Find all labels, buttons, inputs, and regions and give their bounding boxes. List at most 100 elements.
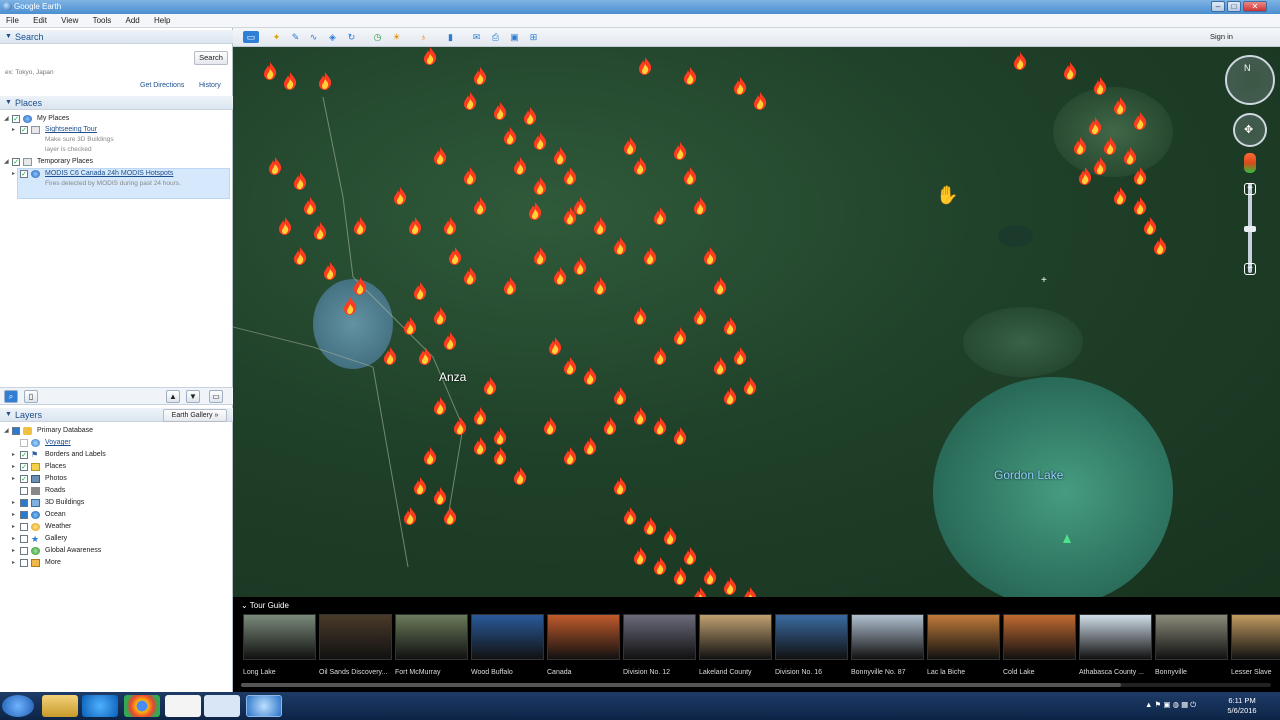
fire-hotspot-icon[interactable] (513, 157, 527, 175)
tour-thumbnail-label[interactable]: Lesser Slave (1231, 669, 1271, 676)
fire-hotspot-icon[interactable] (683, 167, 697, 185)
expand-icon[interactable]: ▸ (12, 170, 15, 177)
tour-thumbnail[interactable] (775, 614, 848, 660)
expand-icon[interactable]: ▸ (12, 451, 15, 458)
tree-label[interactable]: MODIS C6 Canada 24h MODIS Hotspots (45, 170, 173, 177)
maximize-button[interactable]: □ (1227, 1, 1241, 12)
tree-item-sightseeing[interactable]: ▸ ✓ Sightseeing Tour (0, 125, 230, 136)
fire-hotspot-icon[interactable] (663, 527, 677, 545)
ruler-icon[interactable]: ▮ (444, 31, 457, 43)
zoom-in-button[interactable]: + (1244, 183, 1256, 195)
tour-thumbnail[interactable] (1003, 614, 1076, 660)
print-icon[interactable]: ⎙ (489, 31, 502, 43)
layer-voyager[interactable]: Voyager (0, 438, 230, 449)
layer-global-awareness[interactable]: ▸ Global Awareness (0, 546, 230, 557)
checkbox[interactable] (20, 439, 28, 447)
fire-hotspot-icon[interactable] (1153, 237, 1167, 255)
fire-hotspot-icon[interactable] (633, 547, 647, 565)
expand-icon[interactable]: ▸ (12, 463, 15, 470)
fire-hotspot-icon[interactable] (433, 487, 447, 505)
fire-hotspot-icon[interactable] (473, 67, 487, 85)
fire-hotspot-icon[interactable] (353, 217, 367, 235)
tour-thumbnail[interactable] (699, 614, 772, 660)
tour-thumbnail-label[interactable]: Division No. 12 (623, 669, 670, 676)
menu-help[interactable]: Help (154, 14, 170, 27)
fire-hotspot-icon[interactable] (673, 142, 687, 160)
tour-thumbnail-label[interactable]: Wood Buffalo (471, 669, 513, 676)
fire-hotspot-icon[interactable] (1073, 137, 1087, 155)
fire-hotspot-icon[interactable] (413, 477, 427, 495)
fire-hotspot-icon[interactable] (433, 147, 447, 165)
path-icon[interactable]: ∿ (307, 31, 320, 43)
fire-hotspot-icon[interactable] (1113, 187, 1127, 205)
fire-hotspot-icon[interactable] (393, 187, 407, 205)
fire-hotspot-icon[interactable] (413, 282, 427, 300)
fire-hotspot-icon[interactable] (638, 57, 652, 75)
fire-hotspot-icon[interactable] (343, 297, 357, 315)
move-control[interactable]: ✥ (1233, 113, 1267, 147)
fire-hotspot-icon[interactable] (553, 267, 567, 285)
minimize-button[interactable]: – (1211, 1, 1225, 12)
fire-hotspot-icon[interactable] (733, 77, 747, 95)
tour-thumbnail[interactable] (1231, 614, 1280, 660)
fire-hotspot-icon[interactable] (1143, 217, 1157, 235)
fire-hotspot-icon[interactable] (268, 157, 282, 175)
chrome-icon[interactable] (124, 695, 160, 717)
earth-gallery-button[interactable]: Earth Gallery » (163, 409, 227, 422)
tree-item-my-places[interactable]: ◢ ✓ My Places (0, 114, 230, 125)
fire-hotspot-icon[interactable] (1063, 62, 1077, 80)
places-section-header[interactable]: ▼ Places (0, 96, 233, 110)
planets-icon[interactable]: ♁ (417, 31, 430, 43)
fire-hotspot-icon[interactable] (723, 387, 737, 405)
layer-3d-buildings[interactable]: ▸ 3D Buildings (0, 498, 230, 509)
layer-gallery[interactable]: ▸ ★ Gallery (0, 534, 230, 545)
tree-item-temporary-places[interactable]: ◢ ✓ Temporary Places (0, 157, 230, 168)
document-icon[interactable] (204, 695, 240, 717)
search-places-icon[interactable]: ⌕ (4, 390, 18, 403)
tour-thumbnail[interactable] (547, 614, 620, 660)
google-earth-taskbar-icon[interactable] (246, 695, 282, 717)
expand-icon[interactable]: ▸ (12, 511, 15, 518)
sign-in-link[interactable]: Sign in (1210, 32, 1233, 41)
fire-hotspot-icon[interactable] (1103, 137, 1117, 155)
checkbox[interactable] (20, 523, 28, 531)
fire-hotspot-icon[interactable] (733, 347, 747, 365)
fire-hotspot-icon[interactable] (263, 62, 277, 80)
checkbox[interactable] (20, 499, 28, 507)
expand-icon[interactable]: ▸ (12, 547, 15, 554)
menu-file[interactable]: File (6, 14, 19, 27)
fire-hotspot-icon[interactable] (713, 357, 727, 375)
fire-hotspot-icon[interactable] (303, 197, 317, 215)
layer-roads[interactable]: Roads (0, 486, 230, 497)
tour-thumbnail-label[interactable]: Lakeland County (699, 669, 752, 676)
fire-hotspot-icon[interactable] (353, 277, 367, 295)
fire-hotspot-icon[interactable] (633, 157, 647, 175)
fire-hotspot-icon[interactable] (653, 207, 667, 225)
fire-hotspot-icon[interactable] (1133, 197, 1147, 215)
panel-toggle-icon[interactable]: ▯ (24, 390, 38, 403)
fire-hotspot-icon[interactable] (293, 247, 307, 265)
fire-hotspot-icon[interactable] (463, 92, 477, 110)
menu-tools[interactable]: Tools (93, 14, 112, 27)
fire-hotspot-icon[interactable] (433, 397, 447, 415)
save-image-icon[interactable]: ▣ (508, 31, 521, 43)
tour-thumbnail[interactable] (395, 614, 468, 660)
fire-hotspot-icon[interactable] (443, 332, 457, 350)
fire-hotspot-icon[interactable] (493, 427, 507, 445)
fire-hotspot-icon[interactable] (533, 132, 547, 150)
fire-hotspot-icon[interactable] (1093, 157, 1107, 175)
fire-hotspot-icon[interactable] (683, 547, 697, 565)
polygon-icon[interactable]: ✎ (289, 31, 302, 43)
fire-hotspot-icon[interactable] (473, 197, 487, 215)
fire-hotspot-icon[interactable] (693, 587, 707, 597)
history-link[interactable]: History (199, 82, 221, 89)
fire-hotspot-icon[interactable] (463, 167, 477, 185)
tour-thumbnail-label[interactable]: Division No. 16 (775, 669, 822, 676)
fire-hotspot-icon[interactable] (753, 92, 767, 110)
fire-hotspot-icon[interactable] (543, 417, 557, 435)
fire-hotspot-icon[interactable] (1093, 77, 1107, 95)
fire-hotspot-icon[interactable] (1123, 147, 1137, 165)
tour-guide-title[interactable]: ⌄ Tour Guide (241, 601, 289, 610)
fire-hotspot-icon[interactable] (713, 277, 727, 295)
map-label-anza[interactable]: Anza (439, 370, 466, 384)
